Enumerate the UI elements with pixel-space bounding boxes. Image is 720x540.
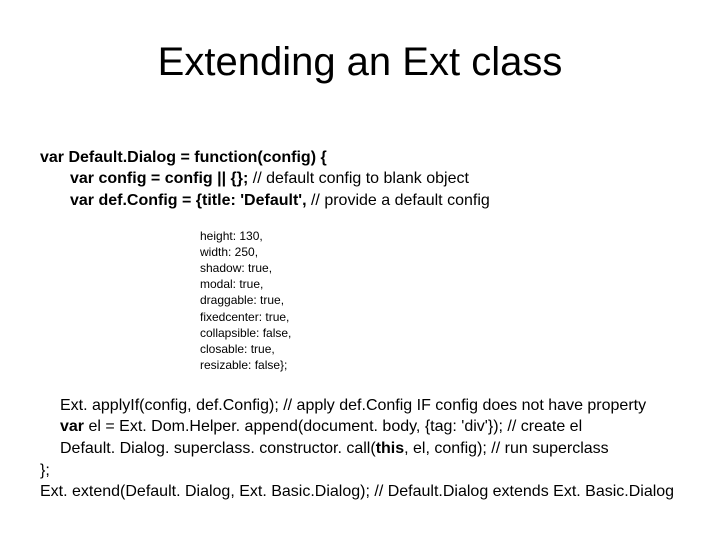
prop: height: 130, <box>200 229 263 243</box>
code-text: , el, config); <box>404 440 491 457</box>
code-text: config = config || {}; <box>94 170 253 187</box>
comment: // create el <box>507 418 582 435</box>
code-text: el = Ext. Dom.Helper. append(document. b… <box>84 418 507 435</box>
config-props: height: 130, width: 250, shadow: true, m… <box>200 211 680 373</box>
code-text: Ext. extend(Default. Dialog, Ext. Basic.… <box>40 483 374 500</box>
code-text: Ext. applyIf(config, def.Config); <box>60 397 283 414</box>
kw-var: var <box>70 192 94 209</box>
kw-var: var <box>70 170 94 187</box>
kw-this: this <box>376 440 404 457</box>
prop: draggable: true, <box>200 293 284 307</box>
comment: // provide a default config <box>311 192 490 209</box>
slide-title: Extending an Ext class <box>40 40 680 85</box>
code-text: Default.Dialog = <box>64 149 194 166</box>
kw-var: var <box>40 149 64 166</box>
prop: fixedcenter: true, <box>200 310 289 324</box>
prop: closable: true, <box>200 342 275 356</box>
comment: // default config to blank object <box>253 170 469 187</box>
prop: modal: true, <box>200 277 263 291</box>
slide: Extending an Ext class var Default.Dialo… <box>0 0 720 540</box>
prop: resizable: false}; <box>200 358 287 372</box>
code-text: (config) { <box>257 149 326 166</box>
comment: // Default.Dialog extends Ext. Basic.Dia… <box>374 483 674 500</box>
code-block-2: Ext. applyIf(config, def.Config); // app… <box>40 373 680 503</box>
comment: // apply def.Config IF config does not h… <box>283 397 646 414</box>
kw-var: var <box>60 418 84 435</box>
code-block: var Default.Dialog = function(config) { … <box>40 125 680 211</box>
prop: shadow: true, <box>200 261 272 275</box>
kw-function: function <box>194 149 257 166</box>
prop: width: 250, <box>200 245 258 259</box>
code-text: def.Config = {title: 'Default', <box>94 192 311 209</box>
code-text: }; <box>40 462 50 479</box>
comment: // run superclass <box>491 440 608 457</box>
code-text: Default. Dialog. superclass. constructor… <box>60 440 376 457</box>
prop: collapsible: false, <box>200 326 291 340</box>
